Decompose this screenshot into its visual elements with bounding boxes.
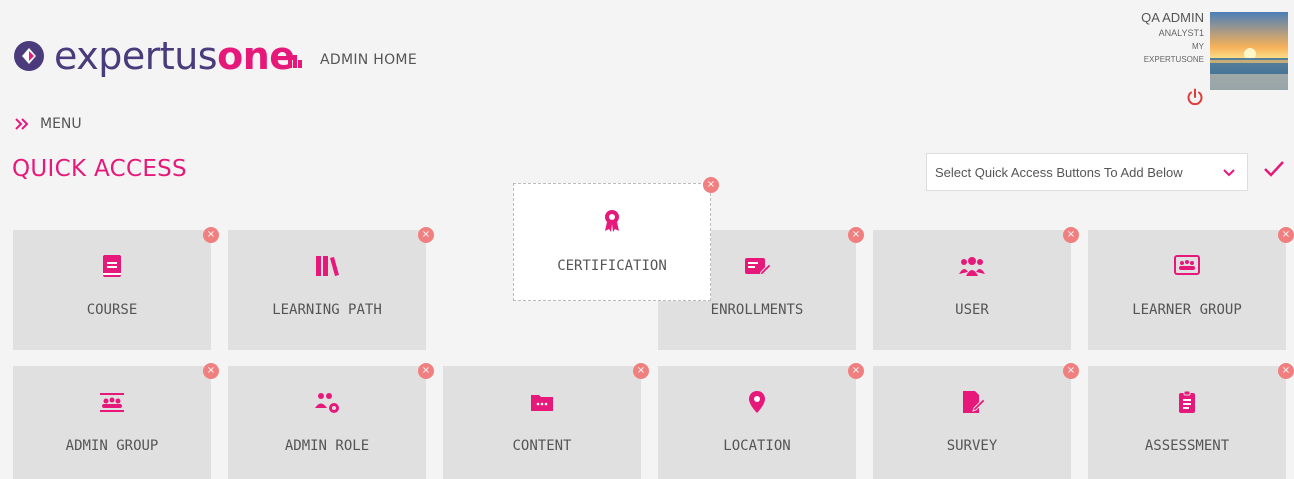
tile-label: USER [955,302,989,318]
admin-home-link[interactable]: ADMIN HOME [320,52,417,68]
tile-survey[interactable]: SURVEY [873,366,1071,479]
group-board-icon [1174,255,1200,275]
tile-label: COURSE [86,302,138,318]
tile-content[interactable]: CONTENT [443,366,641,479]
tile-label: SURVEY [946,438,998,454]
tile-label: ASSESSMENT [1144,438,1230,454]
tile-learner-group[interactable]: LEARNER GROUP [1088,230,1286,350]
remove-survey-button[interactable]: × [1063,363,1079,379]
remove-learner-group-button[interactable]: × [1278,227,1294,243]
tile-learning-path[interactable]: LEARNING PATH [228,230,426,350]
tile-label: ENROLLMENTS [710,302,804,318]
tile-user[interactable]: USER [873,230,1071,350]
remove-location-button[interactable]: × [848,363,864,379]
users-icon [959,257,985,276]
logo[interactable]: expertusone [12,36,295,76]
tile-label: CONTENT [512,438,572,454]
tile-course[interactable]: COURSE [13,230,211,350]
double-chevron-right-icon [15,118,29,130]
remove-user-button[interactable]: × [1063,227,1079,243]
tile-label: LOCATION [723,438,791,454]
location-pin-icon [749,391,765,413]
tile-label: ADMIN GROUP [65,438,159,454]
power-icon[interactable] [1186,88,1204,106]
book-icon [103,255,121,277]
remove-content-button[interactable]: × [633,363,649,379]
menu-label: MENU [40,116,82,132]
quick-access-title: QUICK ACCESS [12,156,187,182]
tile-assessment[interactable]: ASSESSMENT [1088,366,1286,479]
remove-admin-role-button[interactable]: × [418,363,434,379]
logo-mark-icon [14,41,44,71]
tile-admin-role[interactable]: ADMIN ROLE [228,366,426,479]
chevron-down-icon [1223,169,1235,177]
remove-admin-group-button[interactable]: × [203,363,219,379]
tile-admin-group[interactable]: ADMIN GROUP [13,366,211,479]
user-name[interactable]: QA ADMIN [1141,10,1204,26]
admin-role-icon [315,393,339,413]
tile-label: ADMIN ROLE [284,438,370,454]
award-icon [605,210,619,232]
logo-text: expertusone [54,34,295,78]
remove-assessment-button[interactable]: × [1278,363,1294,379]
home-icon[interactable] [286,52,304,70]
my-expertusone-link-top[interactable]: MY [1141,40,1204,53]
user-block: QA ADMIN ANALYST1 MY EXPERTUSONE [1141,10,1204,66]
avatar[interactable] [1210,12,1288,90]
check-icon[interactable] [1262,157,1286,181]
remove-course-button[interactable]: × [203,227,219,243]
remove-learning-path-button[interactable]: × [418,227,434,243]
quick-access-select[interactable]: Select Quick Access Buttons To Add Below [926,153,1248,191]
books-icon [316,256,339,276]
clipboard-icon [1179,390,1195,413]
quick-access-select-placeholder: Select Quick Access Buttons To Add Below [935,164,1183,180]
my-expertusone-link-bottom[interactable]: EXPERTUSONE [1141,53,1204,66]
user-role: ANALYST1 [1158,28,1204,38]
tile-label: LEARNING PATH [272,302,382,318]
tile-label: CERTIFICATION [557,258,667,274]
remove-enrollments-button[interactable]: × [848,227,864,243]
admin-group-icon [100,393,124,412]
folder-icon [531,395,553,411]
remove-certification-button[interactable]: × [703,177,719,193]
tile-certification-dragging[interactable]: CERTIFICATION [513,183,711,301]
header: expertusone ADMIN HOME QA ADMIN ANALYST1… [0,0,1294,106]
tile-location[interactable]: LOCATION [658,366,856,479]
survey-icon [963,391,986,413]
menu-toggle[interactable]: MENU [14,116,82,132]
tile-label: LEARNER GROUP [1132,302,1242,318]
pencil-card-icon [745,258,771,276]
